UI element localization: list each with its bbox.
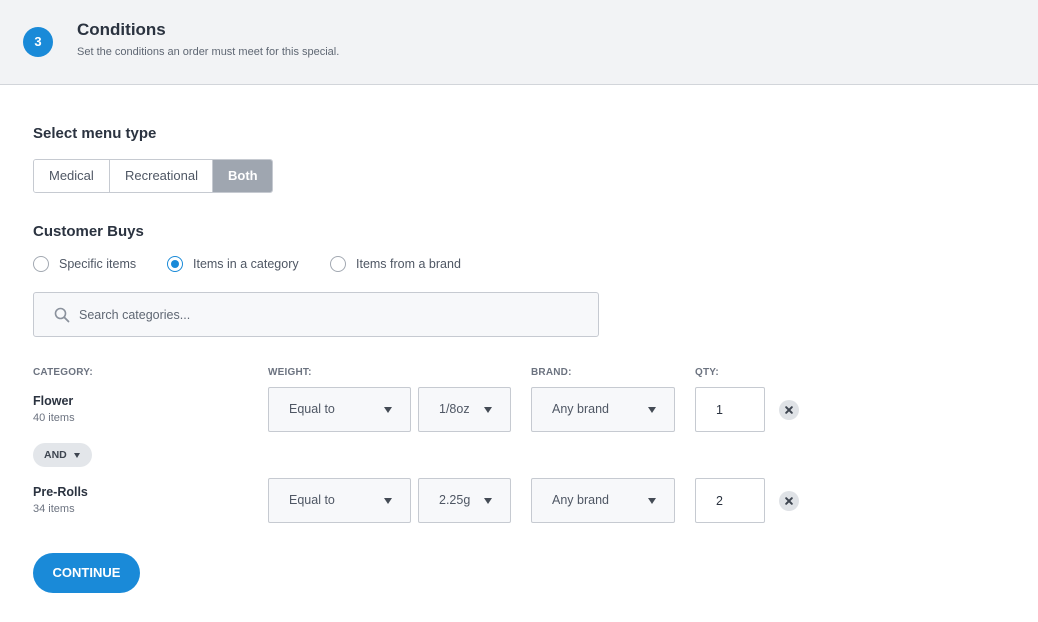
- customer-buys-radio-group: Specific items Items in a category Items…: [33, 255, 633, 273]
- radio-circle-unchecked-icon[interactable]: [33, 256, 49, 272]
- continue-button[interactable]: CONTINUE: [33, 553, 140, 593]
- menu-type-segmented-control: Medical Recreational Both: [33, 159, 273, 193]
- column-header-qty: QTY:: [695, 367, 719, 378]
- weight-value-select[interactable]: 2.25g: [418, 478, 511, 523]
- column-header-brand: BRAND:: [531, 367, 572, 378]
- column-header-weight: WEIGHT:: [268, 367, 312, 378]
- menu-type-recreational-button[interactable]: Recreational: [110, 160, 213, 192]
- radio-circle-checked-icon[interactable]: [167, 256, 183, 272]
- category-search-box[interactable]: [33, 292, 599, 337]
- chevron-down-icon: [384, 498, 392, 504]
- menu-type-medical-button[interactable]: Medical: [34, 160, 110, 192]
- radio-label: Specific items: [59, 257, 137, 271]
- brand-value: Any brand: [552, 493, 609, 507]
- row-category-name: Flower: [33, 394, 74, 408]
- step-number-badge: 3: [23, 27, 53, 57]
- row-category-name: Pre-Rolls: [33, 485, 88, 499]
- conjunction-label: AND: [44, 449, 67, 461]
- weight-value-select[interactable]: 1/8oz: [418, 387, 511, 432]
- menu-type-title: Select menu type: [33, 125, 157, 142]
- category-search-input[interactable]: [79, 293, 579, 336]
- search-icon: [54, 307, 70, 323]
- brand-value: Any brand: [552, 402, 609, 416]
- quantity-input[interactable]: [696, 388, 764, 431]
- chevron-down-icon: [648, 498, 656, 504]
- radio-circle-unchecked-icon[interactable]: [330, 256, 346, 272]
- chevron-down-icon: [484, 407, 492, 413]
- radio-items-in-category[interactable]: Items in a category: [167, 255, 299, 273]
- chevron-down-icon: [384, 407, 392, 413]
- radio-specific-items[interactable]: Specific items: [33, 255, 136, 273]
- quantity-field[interactable]: [695, 478, 765, 523]
- page-title: Conditions: [77, 20, 166, 39]
- quantity-input[interactable]: [696, 479, 764, 522]
- weight-value: 2.25g: [439, 493, 471, 507]
- chevron-down-icon: [74, 453, 80, 458]
- row-category-count: 40 items: [33, 412, 75, 424]
- brand-select[interactable]: Any brand: [531, 478, 675, 523]
- brand-select[interactable]: Any brand: [531, 387, 675, 432]
- customer-buys-title: Customer Buys: [33, 223, 144, 240]
- weight-operator-value: Equal to: [289, 402, 335, 416]
- radio-items-from-brand[interactable]: Items from a brand: [330, 255, 461, 273]
- weight-operator-select[interactable]: Equal to: [268, 387, 411, 432]
- menu-type-both-button[interactable]: Both: [213, 160, 272, 192]
- remove-row-close-icon[interactable]: [779, 400, 799, 420]
- chevron-down-icon: [484, 498, 492, 504]
- row-category-count: 34 items: [33, 503, 75, 515]
- radio-label: Items in a category: [193, 257, 299, 271]
- chevron-down-icon: [648, 407, 656, 413]
- conjunction-dropdown[interactable]: AND: [33, 443, 92, 467]
- column-header-category: CATEGORY:: [33, 367, 93, 378]
- step-header: 3 Conditions Set the conditions an order…: [0, 0, 1038, 85]
- radio-label: Items from a brand: [356, 257, 461, 271]
- weight-operator-value: Equal to: [289, 493, 335, 507]
- quantity-field[interactable]: [695, 387, 765, 432]
- page-subtitle: Set the conditions an order must meet fo…: [77, 46, 340, 58]
- weight-value: 1/8oz: [439, 402, 470, 416]
- weight-operator-select[interactable]: Equal to: [268, 478, 411, 523]
- remove-row-close-icon[interactable]: [779, 491, 799, 511]
